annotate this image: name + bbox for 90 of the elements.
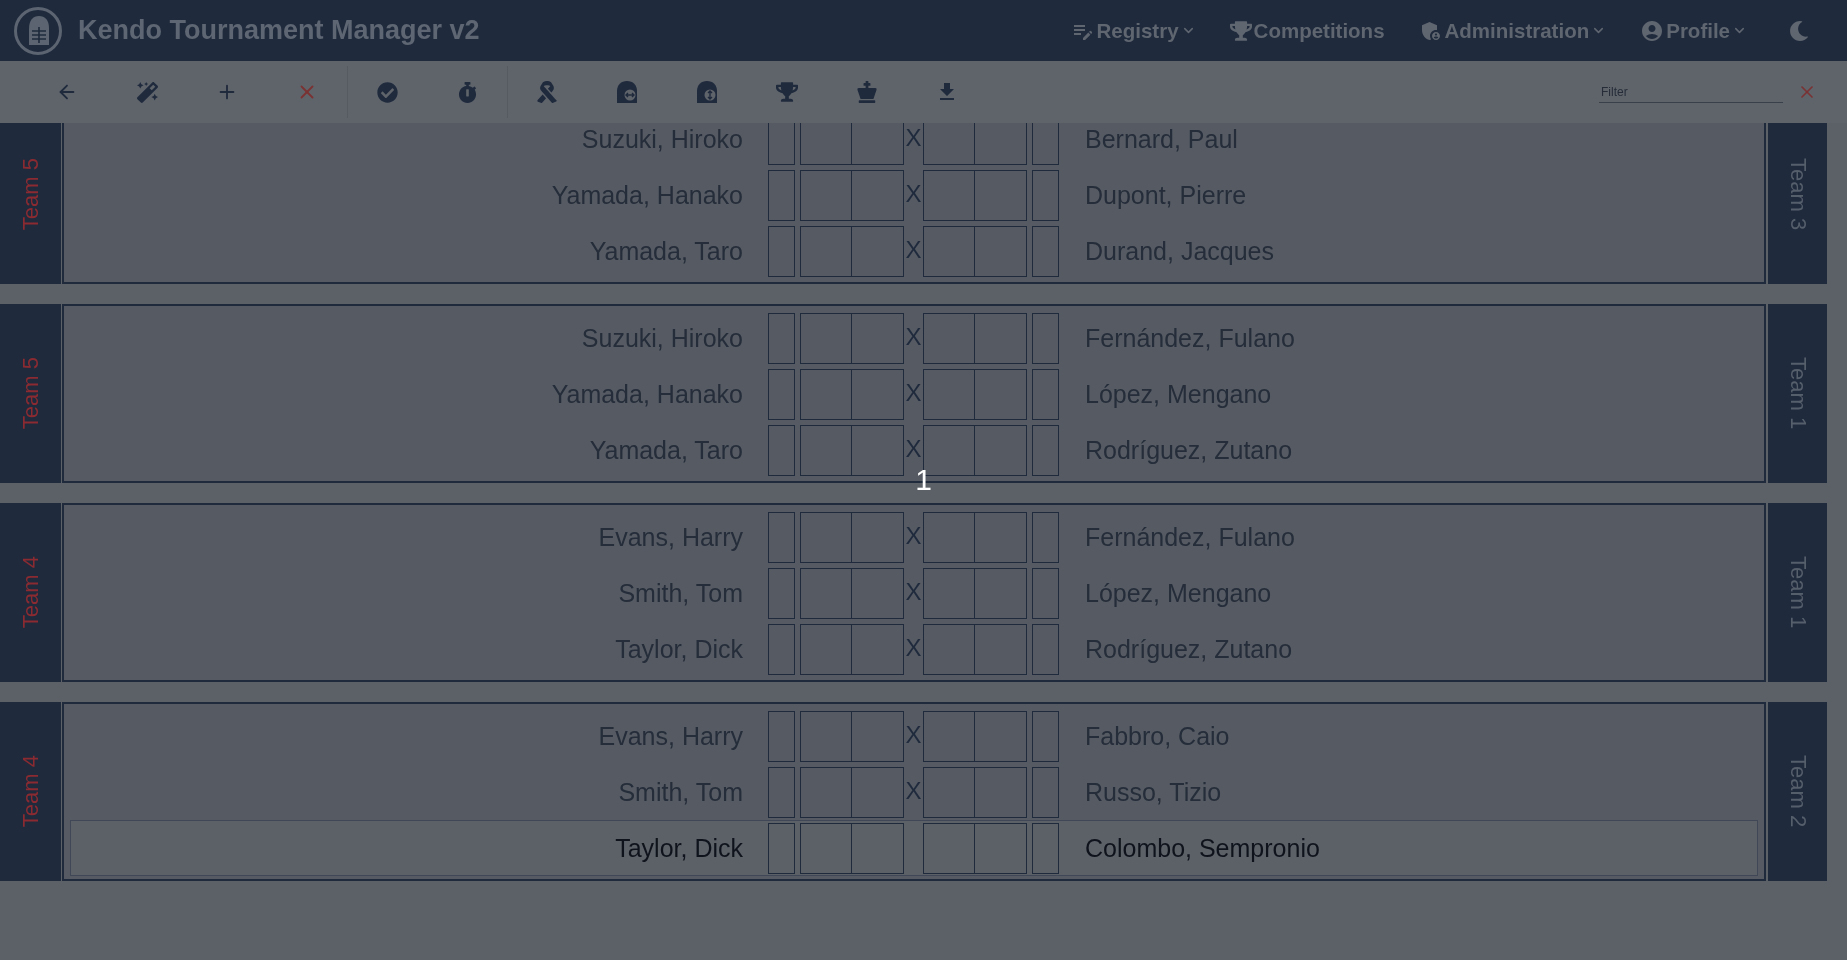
score-cell [768,312,795,364]
score-cell [800,623,852,675]
nav-menu-item[interactable]: Competitions [1229,14,1385,47]
score-cell [923,368,975,420]
score-cell [800,710,852,762]
score-cell [975,623,1027,675]
team-label: Team 4 [17,755,44,828]
score-cell [768,623,795,675]
score-cell [768,424,795,476]
stopwatch-icon [456,81,478,103]
score-cell [800,424,852,476]
theme-toggle-button[interactable] [1789,20,1809,41]
score-cell [975,424,1027,476]
score-cell [975,312,1027,364]
helmet-arrows-icon [695,80,719,104]
score-cell [923,710,975,762]
score-cell [1032,312,1059,364]
team-label: Team 5 [17,357,44,430]
score-cell [852,225,904,277]
score-cell [852,567,904,619]
helmet-logo-icon [14,6,62,55]
ribbon-icon [536,81,558,103]
score-cell [800,511,852,563]
score-cell [923,312,975,364]
score-cell [768,511,795,563]
score-cell [768,169,795,221]
team-label: Team 4 [17,556,44,629]
score-cell [975,169,1027,221]
score-cell [852,822,904,874]
score-cell [1032,169,1059,221]
score-cell [768,368,795,420]
score-cell [1032,225,1059,277]
score-cell [800,368,852,420]
score-cell [768,766,795,818]
score-cell [1032,822,1059,874]
nav-menu-item[interactable]: Administration [1418,14,1607,47]
score-cell [768,567,795,619]
score-cell [923,766,975,818]
score-cell [768,225,795,277]
moon-icon [1789,20,1809,41]
score-cell [1032,567,1059,619]
trophy-icon [1229,19,1252,42]
score-cell [1032,710,1059,762]
score-cell [800,169,852,221]
score-cell [768,822,795,874]
app-title: Kendo Tournament Manager v2 [78,15,480,46]
score-cell [1032,368,1059,420]
score-cell [852,368,904,420]
score-cell [975,766,1027,818]
score-cell [975,567,1027,619]
score-cell [1032,623,1059,675]
score-cell [923,623,975,675]
score-cell [923,225,975,277]
score-cell [975,368,1027,420]
score-cell [852,511,904,563]
score-cell [852,710,904,762]
score-cell [923,567,975,619]
countdown-number: 1 [915,465,932,495]
score-cell [800,225,852,277]
score-cell [975,225,1027,277]
score-cell [852,766,904,818]
score-cell [1032,766,1059,818]
score-cell [852,424,904,476]
score-cell [852,169,904,221]
fight-row[interactable]: Taylor, Dick Colombo, Sempronio [70,820,1758,876]
nav-menu-item[interactable]: Registry [1070,14,1196,47]
score-cell [800,766,852,818]
filter-field[interactable]: Filter [1599,81,1783,103]
score-cell [852,623,904,675]
nav-menu-item[interactable]: Profile [1640,14,1747,47]
score-cell [800,567,852,619]
score-cell [800,822,852,874]
chess-king-icon [856,81,878,103]
score-cell [975,710,1027,762]
score-cell [1032,511,1059,563]
team-label: Team 5 [17,158,44,231]
magic-wand-icon [136,81,158,103]
score-cell [852,312,904,364]
fighter-name: Taylor, Dick [615,833,743,863]
trophy-icon [776,81,798,103]
score-cell [923,511,975,563]
fighter-name: Colombo, Sempronio [1085,833,1320,863]
score-cell [975,511,1027,563]
score-cell [1032,424,1059,476]
score-cell [923,822,975,874]
score-cell [923,169,975,221]
score-cell [800,312,852,364]
helmet-arrows-icon [615,80,639,104]
score-cell [768,710,795,762]
score-cell [975,822,1027,874]
